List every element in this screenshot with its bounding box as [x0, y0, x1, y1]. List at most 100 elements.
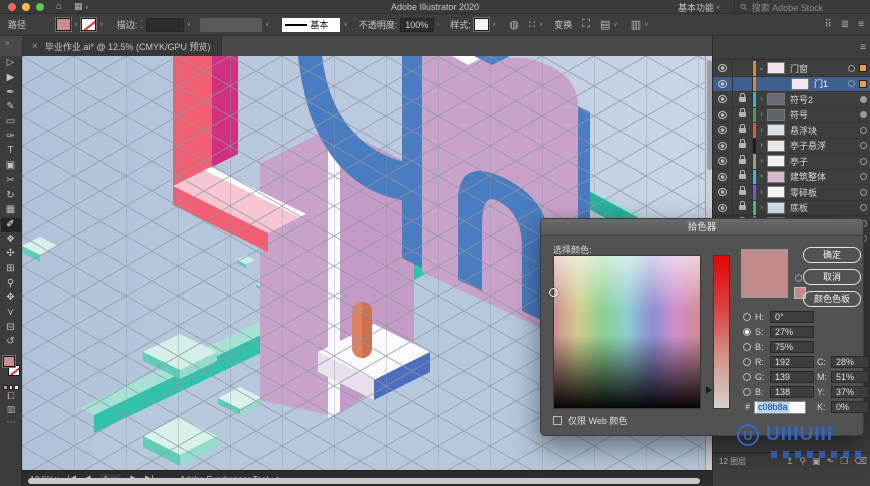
blue-radio[interactable] — [743, 388, 751, 396]
snap-options-icon[interactable]: ∷ — [529, 18, 536, 31]
target-circle-icon[interactable] — [860, 111, 867, 119]
stroke-weight-stepper[interactable]: ⌃ ⌄ — [139, 20, 143, 29]
document-setup-icon[interactable]: ◍ — [509, 18, 519, 31]
gradient-tool[interactable]: ▦ — [1, 203, 21, 218]
fill-stroke-swatches[interactable] — [1, 355, 21, 382]
saturation-radio[interactable] — [743, 328, 751, 336]
hue-value-field[interactable]: 0° — [770, 311, 814, 323]
color-swatches-button[interactable]: 颜色色板 — [803, 291, 861, 307]
toolbar-fill-swatch[interactable] — [2, 355, 16, 368]
layer-name[interactable]: 符号 — [790, 108, 860, 121]
visibility-eye-icon[interactable] — [718, 157, 727, 166]
transform-label[interactable]: 变换 — [554, 18, 572, 31]
magenta-value-field[interactable]: 51% — [831, 371, 869, 383]
opacity-value[interactable]: 100% — [400, 17, 435, 32]
target-circle-icon[interactable] — [860, 95, 867, 103]
layer-name[interactable]: 零碎板 — [790, 186, 860, 199]
target-circle-icon[interactable] — [848, 80, 855, 88]
hex-input[interactable]: c08b8a — [754, 400, 807, 414]
distribute-objects-icon[interactable]: ▥ — [631, 18, 641, 31]
expand-arrow-icon[interactable]: › — [756, 189, 767, 196]
stroke-weight-value[interactable] — [145, 17, 184, 32]
brightness-radio[interactable] — [743, 343, 751, 351]
saturation-value-field[interactable]: 27% — [770, 326, 814, 338]
checkbox-icon[interactable] — [553, 416, 562, 425]
layer-row[interactable]: › 符号2 — [713, 92, 870, 108]
blue-value-field[interactable]: 138 — [770, 386, 814, 398]
shape-builder-tool[interactable]: ▣ — [1, 159, 21, 174]
layer-row[interactable]: 门1 — [713, 76, 870, 92]
target-circle-icon[interactable] — [860, 188, 867, 196]
expand-arrow-icon[interactable]: › — [756, 158, 767, 165]
layer-row[interactable]: › 零碎板 — [713, 185, 870, 201]
layer-name[interactable]: 符号2 — [790, 93, 860, 106]
black-value-field[interactable]: 0% — [831, 401, 869, 413]
hand-tool[interactable]: ✥ — [1, 291, 21, 306]
stock-search-input[interactable]: ⚲ 搜索 Adobe Stock — [734, 1, 866, 13]
edit-toolbar-icon[interactable]: ⋯ — [7, 417, 16, 430]
color-spectrum-slider[interactable] — [706, 255, 730, 409]
green-radio[interactable] — [743, 373, 751, 381]
anchor-point-tool[interactable]: ⋎ — [1, 306, 21, 321]
layer-name[interactable]: 底板 — [790, 201, 860, 214]
close-tab-icon[interactable]: × — [32, 41, 38, 52]
screen-mode-icon[interactable]: ▥ — [7, 404, 16, 417]
panel-menu-icon[interactable]: ≡ — [858, 19, 864, 30]
visibility-eye-icon[interactable] — [718, 203, 727, 212]
red-value-field[interactable]: 192 — [770, 356, 814, 368]
layer-row[interactable]: › 悬浮块 — [713, 123, 870, 139]
brush-definition-dropdown[interactable] — [199, 17, 262, 32]
color-mode-icon[interactable] — [3, 385, 8, 390]
expand-arrow-icon[interactable]: › — [756, 127, 767, 134]
curvature-tool[interactable]: ✎ — [1, 100, 21, 115]
graphic-style-swatch[interactable] — [472, 17, 490, 32]
layer-name[interactable]: 门1 — [814, 77, 848, 90]
target-circle-icon[interactable] — [860, 126, 867, 134]
lock-icon[interactable] — [739, 185, 746, 195]
yellow-value-field[interactable]: 37% — [831, 386, 869, 398]
target-circle-icon[interactable] — [860, 142, 867, 150]
target-circle-icon[interactable] — [860, 173, 867, 181]
arrange-icon[interactable]: ≣ — [841, 19, 849, 30]
horizontal-scrollbar[interactable] — [28, 478, 700, 484]
color-field-marker[interactable] — [549, 288, 558, 297]
selection-tool[interactable]: ▷ — [1, 56, 21, 71]
layer-row[interactable]: › 底板 — [713, 200, 870, 216]
red-radio[interactable] — [743, 358, 751, 366]
lock-icon[interactable] — [739, 92, 746, 102]
tab-overflow-chevron[interactable]: » — [5, 38, 9, 47]
expand-arrow-icon[interactable]: › — [756, 173, 767, 180]
panel-menu-icon[interactable]: ≡ — [860, 42, 866, 53]
layer-name[interactable]: 门窗 — [790, 62, 848, 75]
stroke-color-swatch[interactable] — [80, 17, 98, 32]
brightness-value-field[interactable]: 75% — [770, 341, 814, 353]
green-value-field[interactable]: 139 — [770, 371, 814, 383]
blend-tool[interactable]: ❖ — [1, 232, 21, 247]
ok-button[interactable]: 确定 — [803, 247, 861, 263]
rotate-tool[interactable]: ↻ — [1, 188, 21, 203]
fill-color-swatch[interactable] — [55, 17, 73, 32]
lock-icon[interactable] — [739, 170, 746, 180]
layer-name[interactable]: 亭子 — [790, 155, 860, 168]
visibility-eye-icon[interactable] — [718, 188, 727, 197]
width-tool[interactable]: ✣ — [1, 247, 21, 262]
lock-icon[interactable] — [739, 123, 746, 133]
visibility-eye-icon[interactable] — [718, 141, 727, 150]
lock-icon[interactable] — [739, 154, 746, 164]
draw-mode-icon[interactable]: ⧠ — [7, 391, 14, 404]
bounding-box-icon[interactable]: ⛶ — [582, 18, 590, 31]
direct-selection-tool[interactable]: ▶ — [1, 71, 21, 86]
cancel-button[interactable]: 取消 — [803, 269, 861, 285]
eyedropper-tool[interactable]: ✐ — [0, 217, 21, 233]
align-objects-icon[interactable]: ▤ — [600, 18, 610, 31]
target-circle-icon[interactable] — [860, 204, 867, 212]
layer-name[interactable]: 建筑整体 — [790, 170, 860, 183]
rectangle-tool[interactable]: ▭ — [1, 115, 21, 130]
lock-icon[interactable] — [739, 108, 746, 118]
visibility-eye-icon[interactable] — [718, 172, 727, 181]
none-mode-icon[interactable] — [14, 385, 20, 390]
expand-arrow-icon[interactable]: › — [756, 111, 767, 118]
out-of-web-gamut-icon[interactable]: ⬡ — [795, 273, 803, 284]
dialog-title[interactable]: 拾色器 — [541, 219, 863, 236]
cyan-value-field[interactable]: 28% — [831, 356, 869, 368]
